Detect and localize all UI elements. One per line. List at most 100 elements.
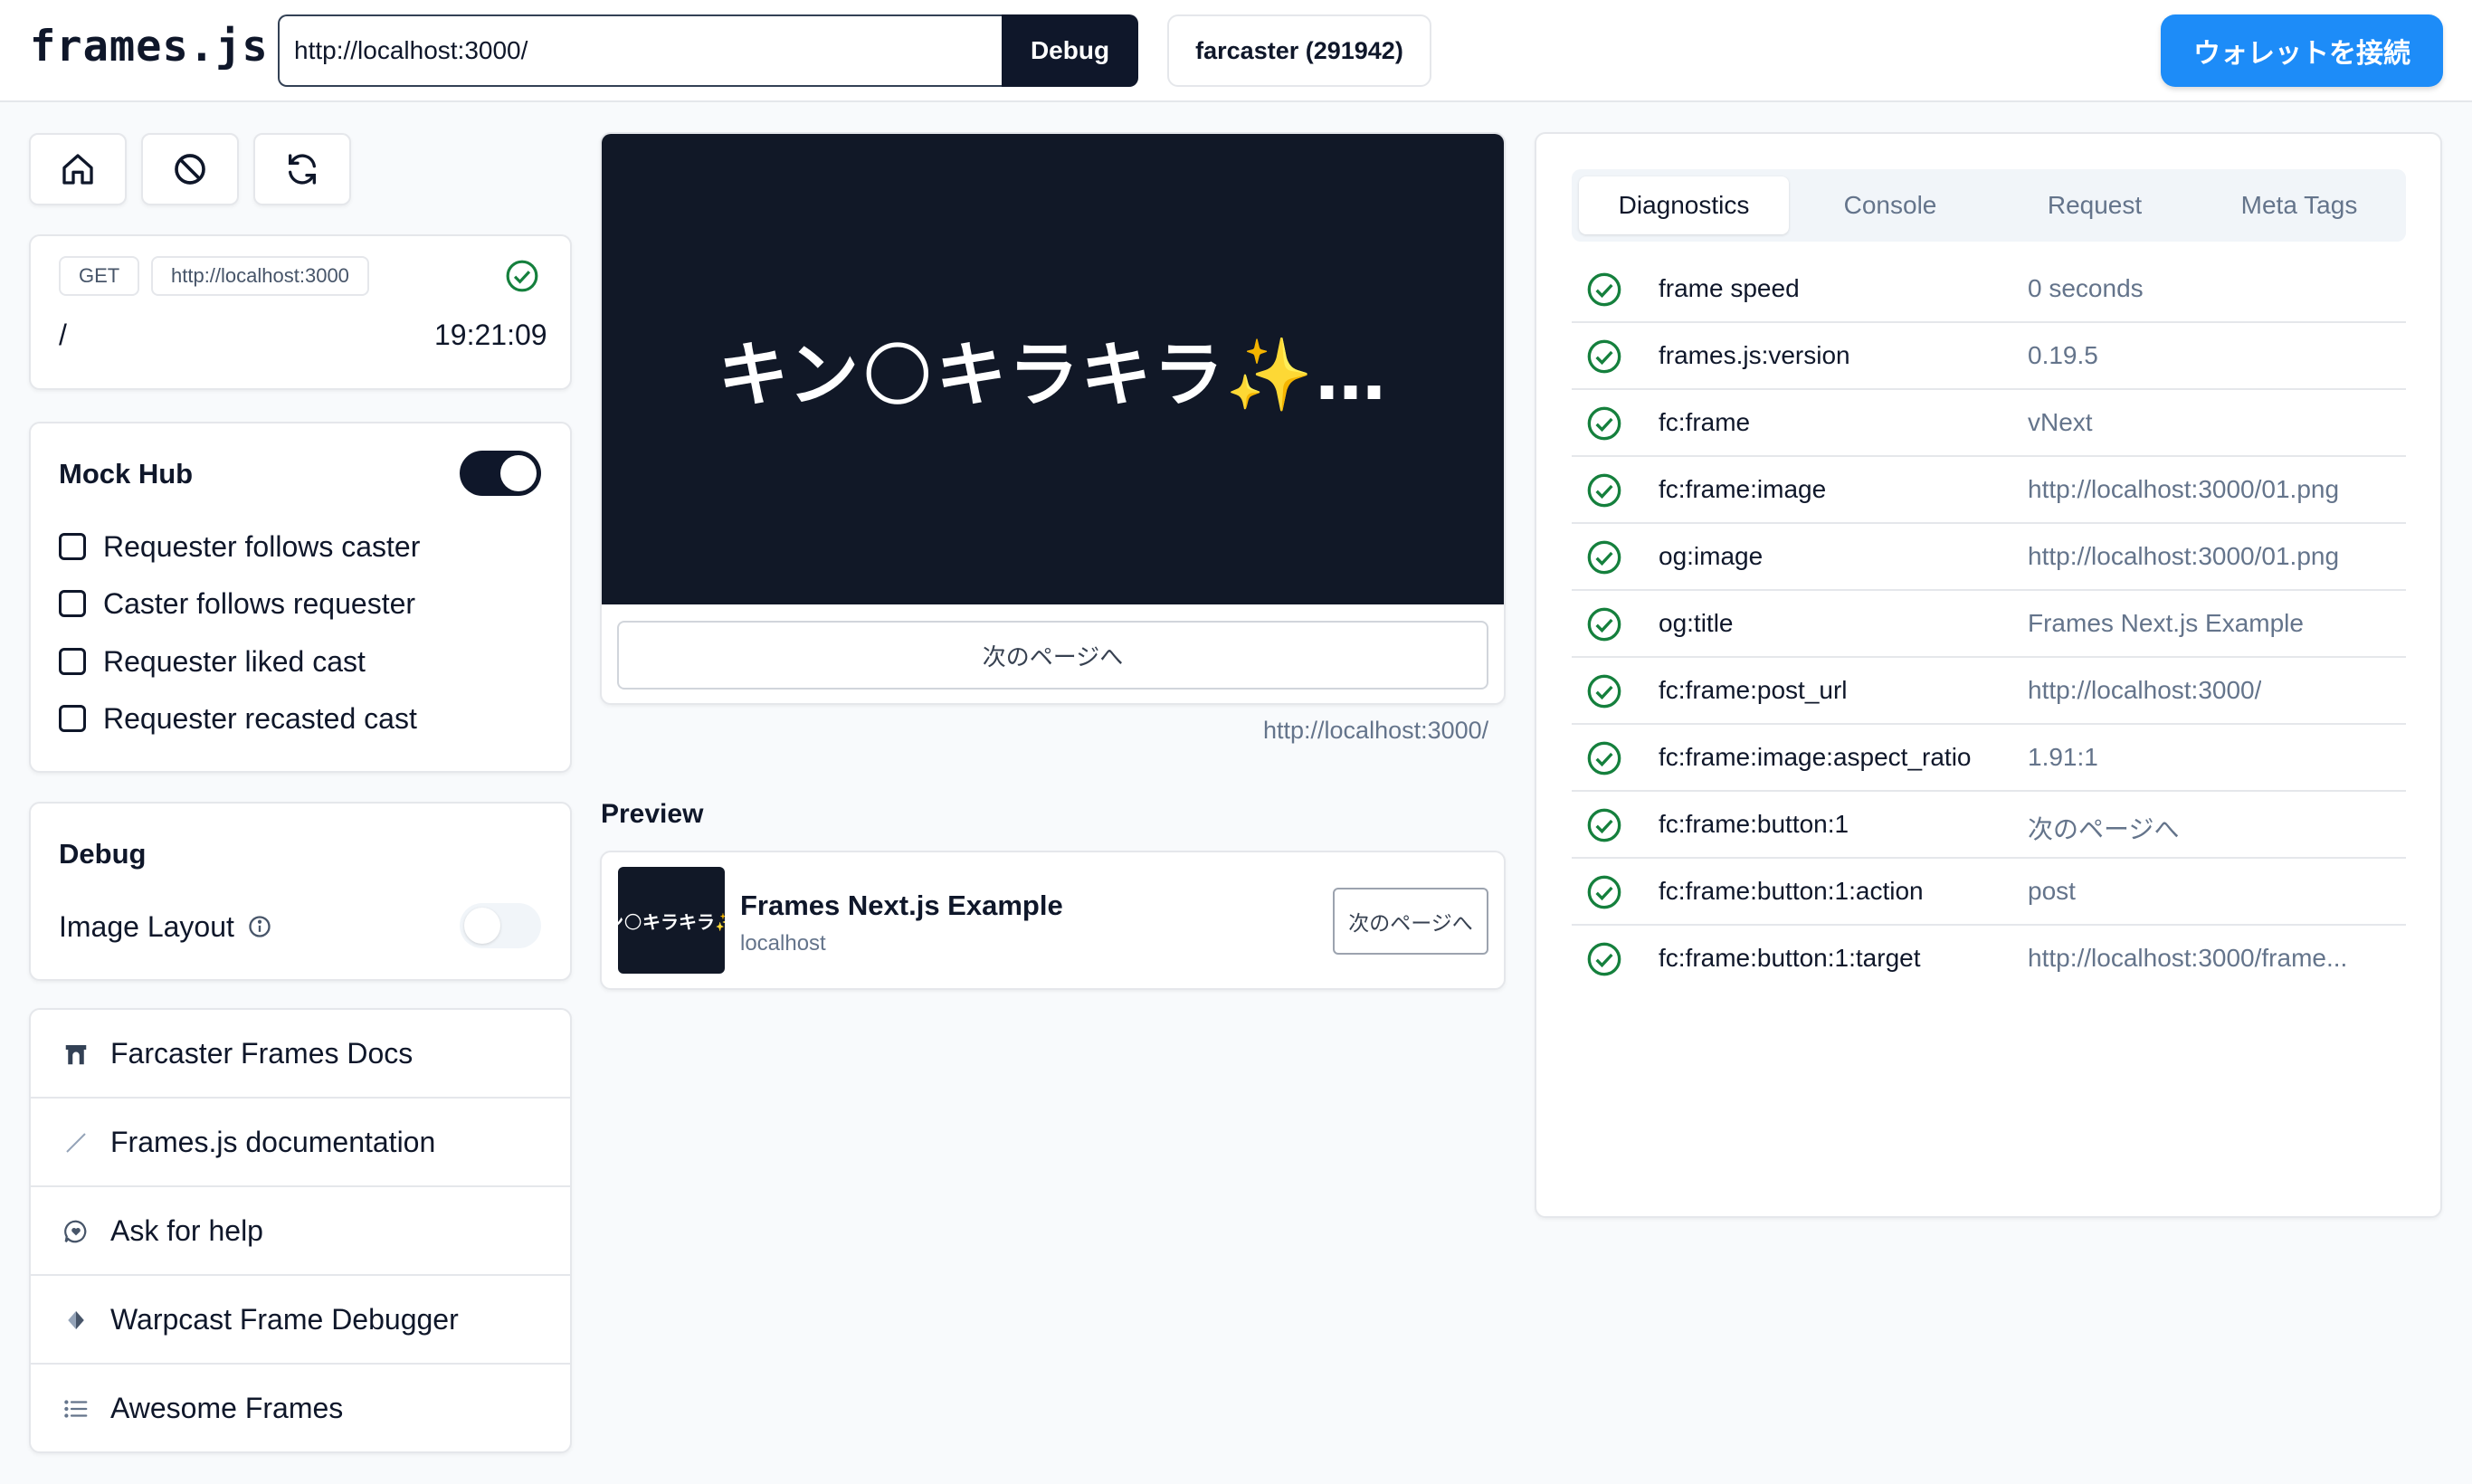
check-circle-icon xyxy=(1587,272,1621,307)
check-circle-icon xyxy=(1587,607,1621,642)
diagnostic-row: fc:frame:post_url http://localhost:3000/ xyxy=(1572,658,2406,725)
image-layout-toggle[interactable] xyxy=(460,903,541,948)
diagnostic-row: fc:frame:button:1 次のページへ xyxy=(1572,792,2406,859)
home-icon xyxy=(62,154,93,185)
request-method-badge: GET xyxy=(59,256,140,296)
link-ask-for-help[interactable]: Ask for help xyxy=(31,1187,570,1276)
diagnostic-value: http://localhost:3000/01.png xyxy=(2028,542,2340,570)
diagnostic-key: fc:frame xyxy=(1659,408,1751,436)
diagnostics-tabbar: Diagnostics Console Request Meta Tags xyxy=(1572,169,2406,242)
diagnostic-value: Frames Next.js Example xyxy=(2028,609,2304,637)
checkbox-label: Requester follows caster xyxy=(103,530,421,563)
check-circle-icon xyxy=(1587,406,1621,441)
arrow-up-right-icon xyxy=(66,1133,86,1153)
request-time: 19:21:09 xyxy=(434,319,547,351)
diagnostic-value: http://localhost:3000/frame... xyxy=(2028,944,2348,972)
frame-image: キン🌕キラキラ✨… xyxy=(602,134,1504,604)
check-circle-icon xyxy=(1587,942,1621,976)
diagnostic-row: og:image http://localhost:3000/01.png xyxy=(1572,524,2406,591)
debug-card xyxy=(29,802,572,981)
checkbox-label: Caster follows requester xyxy=(103,587,416,620)
check-circle-icon xyxy=(1587,473,1621,508)
diagnostic-key: fc:frame:button:1 xyxy=(1659,810,1849,838)
diagnostic-value: post xyxy=(2028,877,2076,905)
diagnostic-value: 次のページへ xyxy=(2028,815,2180,843)
top-bar: frames.js Debug farcaster (291942) ウォレット… xyxy=(0,0,2472,102)
block-button[interactable] xyxy=(141,133,239,205)
diagnostic-row: fc:frame vNext xyxy=(1572,390,2406,457)
app-logo: frames.js xyxy=(30,22,269,71)
frame-button-next-page[interactable]: 次のページへ xyxy=(617,621,1488,690)
refresh-icon xyxy=(289,154,316,185)
link-warpcast-frame-debugger[interactable]: Warpcast Frame Debugger xyxy=(31,1276,570,1365)
tab-console[interactable]: Console xyxy=(1785,176,1995,234)
diagnostic-value: vNext xyxy=(2028,408,2093,436)
diamond-icon xyxy=(68,1311,84,1329)
diagnostic-row: og:title Frames Next.js Example xyxy=(1572,591,2406,658)
connect-wallet-button[interactable]: ウォレットを接続 xyxy=(2161,14,2443,87)
block-icon xyxy=(175,154,205,185)
toggle-knob xyxy=(500,455,537,491)
checkbox-requester-follows-caster[interactable] xyxy=(59,533,86,560)
diagnostic-value: 0.19.5 xyxy=(2028,341,2098,369)
info-icon[interactable] xyxy=(247,914,272,939)
diagnostic-value: 1.91:1 xyxy=(2028,743,2098,771)
preview-domain: localhost xyxy=(740,931,826,956)
link-label: Warpcast Frame Debugger xyxy=(110,1303,459,1336)
check-circle-icon xyxy=(1587,875,1621,909)
diagnostic-key: fc:frame:button:1:target xyxy=(1659,944,1921,972)
success-check-icon xyxy=(506,260,538,292)
link-awesome-frames[interactable]: Awesome Frames xyxy=(31,1365,570,1451)
preview-title: Frames Next.js Example xyxy=(740,889,1063,921)
preview-thumbnail: ン🌕キラキラ✨ xyxy=(618,867,725,974)
diagnostic-row: fc:frame:button:1:target http://localhost… xyxy=(1572,926,2406,993)
tab-request[interactable]: Request xyxy=(1990,176,2200,234)
debug-title: Debug xyxy=(59,838,147,870)
home-button[interactable] xyxy=(29,133,127,205)
farcaster-account-button[interactable]: farcaster (291942) xyxy=(1167,14,1431,87)
check-circle-icon xyxy=(1587,741,1621,775)
checkbox-requester-liked-cast[interactable] xyxy=(59,648,86,675)
check-circle-icon xyxy=(1587,674,1621,709)
diagnostic-row: fc:frame:button:1:action post xyxy=(1572,859,2406,926)
diagnostic-key: fc:frame:image:aspect_ratio xyxy=(1659,743,1972,771)
preview-button-next-page[interactable]: 次のページへ xyxy=(1333,888,1488,955)
chat-heart-icon xyxy=(64,1220,87,1243)
check-circle-icon xyxy=(1587,808,1621,842)
refresh-button[interactable] xyxy=(253,133,351,205)
frame-url-input[interactable] xyxy=(278,14,1003,87)
frame-image-text: キン🌕キラキラ✨… xyxy=(718,335,1388,416)
checkbox-caster-follows-requester[interactable] xyxy=(59,590,86,617)
check-circle-icon xyxy=(1587,540,1621,575)
diagnostic-row: frame speed 0 seconds xyxy=(1572,256,2406,323)
diagnostic-value: 0 seconds xyxy=(2028,274,2144,302)
link-farcaster-frames-docs[interactable]: Farcaster Frames Docs xyxy=(31,1010,570,1099)
link-framesjs-documentation[interactable]: Frames.js documentation xyxy=(31,1099,570,1187)
link-label: Ask for help xyxy=(110,1214,263,1247)
diagnostic-key: frames.js:version xyxy=(1659,341,1850,369)
diagnostic-key: fc:frame:post_url xyxy=(1659,676,1848,704)
diagnostic-key: og:title xyxy=(1659,609,1734,637)
diagnostic-key: fc:frame:image xyxy=(1659,475,1827,503)
checkbox-label: Requester liked cast xyxy=(103,645,366,678)
mock-hub-toggle[interactable] xyxy=(460,451,541,496)
preview-thumbnail-text: ン🌕キラキラ✨ xyxy=(618,910,725,933)
diagnostic-key: og:image xyxy=(1659,542,1764,570)
diagnostic-key: frame speed xyxy=(1659,274,1800,302)
list-icon xyxy=(64,1400,88,1418)
tab-meta-tags[interactable]: Meta Tags xyxy=(2194,176,2404,234)
request-url-badge: http://localhost:3000 xyxy=(151,256,369,296)
checkbox-requester-recasted-cast[interactable] xyxy=(59,705,86,732)
link-label: Farcaster Frames Docs xyxy=(110,1037,414,1070)
tab-diagnostics[interactable]: Diagnostics xyxy=(1579,176,1789,234)
request-path: / xyxy=(59,319,67,351)
preview-heading: Preview xyxy=(601,799,704,829)
diagnostic-value: http://localhost:3000/01.png xyxy=(2028,475,2340,503)
diagnostic-value: http://localhost:3000/ xyxy=(2028,676,2262,704)
check-circle-icon xyxy=(1587,339,1621,374)
debug-button[interactable]: Debug xyxy=(1002,14,1138,87)
frame-url-label: http://localhost:3000/ xyxy=(1263,717,1489,744)
link-label: Awesome Frames xyxy=(110,1392,344,1424)
diagnostic-row: fc:frame:image http://localhost:3000/01.p… xyxy=(1572,457,2406,524)
toggle-knob xyxy=(464,908,500,944)
